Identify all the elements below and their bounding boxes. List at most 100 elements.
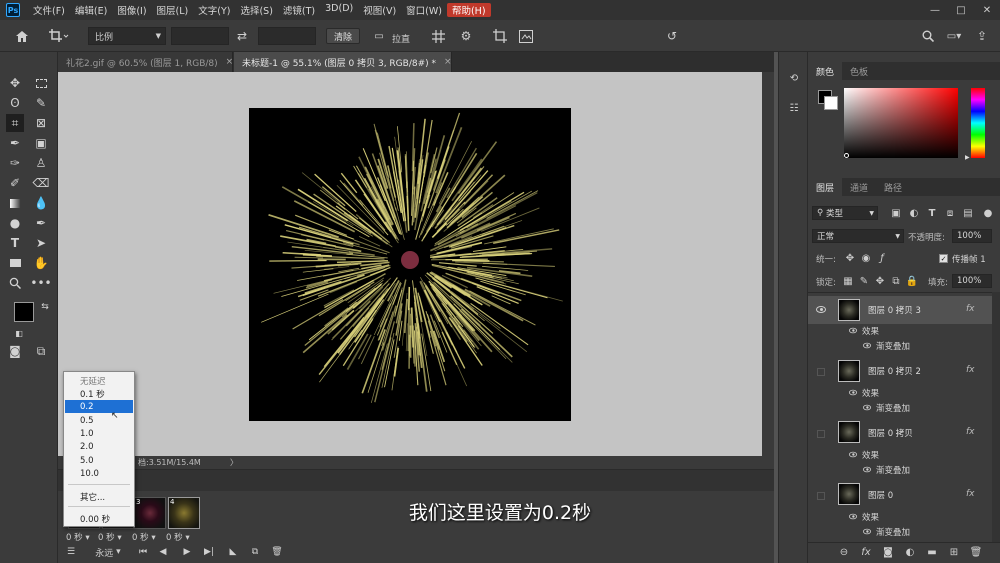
effect-visibility-icon[interactable] (863, 528, 871, 535)
lock-transparent-icon[interactable]: ▦ (842, 275, 854, 287)
document-canvas[interactable] (249, 108, 571, 421)
visibility-eye-icon[interactable] (816, 306, 826, 313)
layers-scrollbar[interactable] (992, 292, 1000, 542)
first-frame-icon[interactable]: ⏮ (136, 545, 150, 559)
fx-icon[interactable]: fx (966, 304, 975, 314)
gradient-overlay-effect[interactable]: 渐变叠加 (876, 402, 910, 414)
effect-visibility-icon[interactable] (863, 404, 871, 411)
menu-item[interactable]: 图像(I) (112, 3, 151, 17)
tab-untitled-document[interactable]: 未标题-1 @ 55.1% (图层 0 拷贝 3, RGB/8#) * × (234, 52, 452, 72)
fx-icon[interactable]: fx (966, 489, 975, 499)
more-tools-icon[interactable]: ••• (30, 274, 51, 292)
effect-visibility-icon[interactable] (863, 466, 871, 473)
effect-visibility-icon[interactable] (849, 513, 857, 520)
new-group-icon[interactable]: ▬ (926, 546, 938, 558)
fx-icon[interactable]: fx (966, 427, 975, 437)
play-icon[interactable]: ▶ (180, 545, 194, 559)
blend-mode-select[interactable]: 正常 ▼ (812, 229, 904, 243)
delay-option-0-5[interactable]: 0.5 (65, 414, 133, 427)
menu-item[interactable]: 编辑(E) (70, 3, 112, 17)
quick-mask-icon[interactable]: ◙ (6, 342, 24, 360)
gradient-overlay-effect[interactable]: 渐变叠加 (876, 340, 910, 352)
other-delay-option[interactable]: 其它... (65, 490, 133, 503)
eraser-tool-icon[interactable]: ⌫ (32, 174, 50, 192)
delete-frame-icon[interactable]: 🗑 (270, 545, 284, 559)
restore-button[interactable]: □ (948, 5, 974, 16)
workspace-icon[interactable]: ▭▾ (942, 27, 966, 45)
menu-item[interactable]: 滤镜(T) (278, 3, 320, 17)
add-style-icon[interactable]: fx (860, 546, 872, 558)
menu-item[interactable]: 窗口(W) (401, 3, 447, 17)
path-select-tool-icon[interactable]: ➤ (32, 234, 50, 252)
tab-layers[interactable]: 图层 (808, 178, 843, 196)
color-background-swatch[interactable] (824, 96, 838, 110)
grid-icon[interactable] (428, 27, 448, 45)
adjustment-layer-icon[interactable]: ◐ (904, 546, 916, 558)
lasso-tool-icon[interactable]: ʘ (6, 94, 24, 112)
minimize-button[interactable]: — (922, 5, 948, 16)
unify-style-icon[interactable]: ƒ (876, 252, 888, 264)
blur-tool-icon[interactable]: 💧 (32, 194, 50, 212)
close-window-button[interactable]: ✕ (974, 5, 1000, 16)
visibility-toggle[interactable] (817, 430, 825, 438)
height-input[interactable] (258, 27, 316, 45)
type-tool-icon[interactable]: T (6, 234, 24, 252)
filter-type-icon[interactable]: T (926, 207, 938, 219)
rectangle-tool-icon[interactable] (6, 254, 24, 272)
content-aware-icon[interactable] (516, 27, 536, 45)
frame-delay-4[interactable]: 0 秒 ▾ (166, 531, 190, 543)
filter-toggle-icon[interactable]: ● (982, 207, 994, 219)
fx-icon[interactable]: fx (966, 365, 975, 375)
tab-paths[interactable]: 路径 (876, 178, 910, 196)
quick-select-tool-icon[interactable]: ✎ (32, 94, 50, 112)
gradient-tool-icon[interactable] (6, 194, 24, 212)
eyedropper-tool-icon[interactable]: ✒ (6, 134, 24, 152)
effect-visibility-icon[interactable] (849, 327, 857, 334)
history-brush-icon[interactable]: ✐ (6, 174, 24, 192)
swap-icon[interactable]: ⇄ (233, 27, 251, 45)
status-menu-arrow[interactable]: 〉 (230, 457, 238, 468)
frame-delay-2[interactable]: 0 秒 ▾ (98, 531, 122, 543)
clear-button[interactable]: 清除 (326, 28, 360, 44)
straighten-icon[interactable]: ▭ (370, 27, 388, 45)
width-input[interactable] (171, 27, 229, 45)
new-layer-icon[interactable]: ⊞ (948, 546, 960, 558)
tab-swatches[interactable]: 色板 (842, 62, 876, 80)
gradient-overlay-effect[interactable]: 渐变叠加 (876, 464, 910, 476)
menu-item[interactable]: 文件(F) (28, 3, 70, 17)
pen-tool-icon[interactable]: ✒ (32, 214, 50, 232)
vertical-scrollbar[interactable] (762, 72, 774, 456)
crop-tool-icon[interactable]: ⌗ (6, 114, 24, 132)
delete-layer-icon[interactable]: 🗑 (970, 546, 983, 558)
gradient-overlay-effect[interactable]: 渐变叠加 (876, 526, 910, 538)
tab-channels[interactable]: 通道 (842, 178, 876, 196)
menu-item[interactable]: 帮助(H) (446, 3, 491, 17)
frame-delay-1[interactable]: 0 秒 ▾ (66, 531, 90, 543)
dodge-tool-icon[interactable]: ● (6, 214, 24, 232)
move-tool-icon[interactable]: ✥ (6, 74, 24, 92)
menu-item[interactable]: 3D(D) (320, 3, 358, 17)
previous-frame-icon[interactable]: ◀ (156, 545, 170, 559)
hue-slider[interactable] (971, 88, 985, 158)
layer-name[interactable]: 图层 0 (868, 489, 893, 501)
foreground-color-swatch[interactable] (14, 302, 34, 322)
visibility-toggle[interactable] (817, 492, 825, 500)
add-mask-icon[interactable]: ◙ (882, 546, 894, 558)
frame-delay-3[interactable]: 0 秒 ▾ (132, 531, 156, 543)
lock-pixels-icon[interactable]: ✎ (858, 275, 870, 287)
filter-adjust-icon[interactable]: ◐ (908, 207, 920, 219)
crop-icon[interactable] (44, 27, 74, 45)
menu-item[interactable]: 文字(Y) (193, 3, 235, 17)
stamp-tool-icon[interactable]: ♙ (32, 154, 50, 172)
link-layers-icon[interactable]: ⊖ (838, 546, 850, 558)
frame-tool-icon[interactable]: ⊠ (32, 114, 50, 132)
marquee-tool-icon[interactable] (32, 74, 50, 92)
history-panel-icon[interactable]: ⟲ (788, 72, 800, 84)
loop-select[interactable]: 永远 ▾ (88, 545, 128, 559)
layer-name[interactable]: 图层 0 拷贝 (868, 427, 913, 439)
delay-option-0-1[interactable]: 0.1 秒 (65, 387, 133, 400)
default-colors-icon[interactable]: ◧ (10, 324, 28, 342)
share-icon[interactable]: ⇪ (972, 27, 992, 45)
layer-name[interactable]: 图层 0 拷贝 3 (868, 304, 921, 316)
effect-visibility-icon[interactable] (849, 451, 857, 458)
